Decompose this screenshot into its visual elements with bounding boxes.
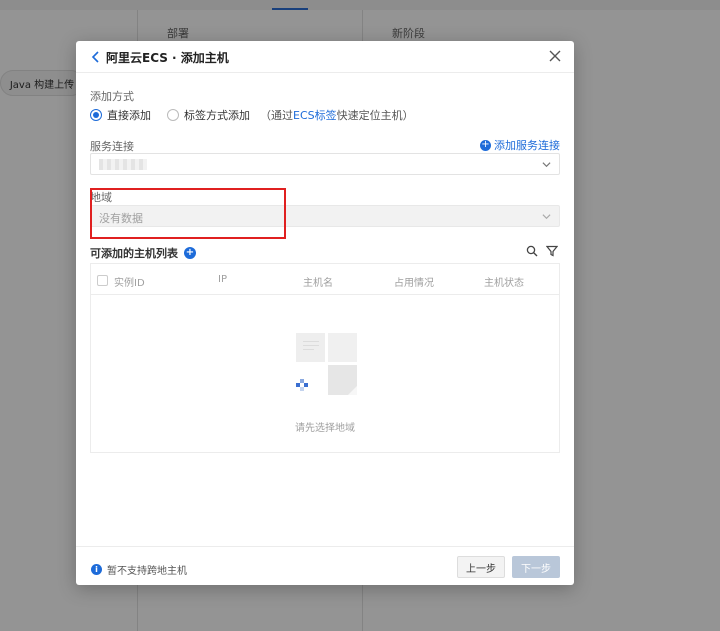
- footer-note: i 暂不支持跨地主机: [91, 562, 187, 577]
- service-connection-label: 服务连接: [90, 140, 134, 153]
- next-step-button[interactable]: 下一步: [512, 556, 560, 578]
- chevron-left-icon[interactable]: [90, 51, 102, 63]
- service-connection-select[interactable]: [90, 153, 560, 175]
- previous-step-button[interactable]: 上一步: [457, 556, 505, 578]
- add-method-radio-group: 直接添加 标签方式添加 （通过 ECS标签 快速定位主机）: [90, 107, 414, 123]
- host-list-header: 可添加的主机列表 +: [90, 245, 199, 261]
- radio-tag-add[interactable]: [167, 109, 179, 121]
- host-table: 实例ID IP 主机名 占用情况 主机状态 请先选择地域: [90, 263, 560, 453]
- add-host-plus-icon[interactable]: +: [184, 247, 196, 259]
- column-ip: IP: [218, 274, 227, 285]
- host-list-title: 可添加的主机列表: [90, 247, 178, 260]
- add-host-dialog: 阿里云ECS · 添加主机 添加方式 直接添加 标签方式添加 （通过 ECS标签快…: [76, 41, 574, 585]
- host-table-header: 实例ID IP 主机名 占用情况 主机状态: [91, 264, 559, 295]
- search-icon[interactable]: [526, 245, 538, 257]
- chevron-down-icon: [542, 214, 551, 220]
- tag-hint-suffix: 快速定位主机）: [336, 109, 414, 122]
- region-highlight-annotation: [90, 188, 286, 239]
- column-host-status: 主机状态: [484, 278, 524, 289]
- footer-note-text: 暂不支持跨地主机: [107, 566, 187, 577]
- plus-circle-icon: +: [480, 138, 491, 151]
- column-occupancy: 占用情况: [394, 278, 434, 289]
- host-list-tools: [526, 245, 558, 257]
- dialog-header: 阿里云ECS · 添加主机: [76, 41, 574, 73]
- info-icon: i: [91, 564, 102, 575]
- select-all-checkbox[interactable]: [97, 275, 108, 286]
- empty-state-illustration-icon: [296, 333, 357, 395]
- dialog-title: 阿里云ECS · 添加主机: [106, 51, 229, 65]
- tag-hint-prefix: （通过: [260, 109, 293, 122]
- add-method-label: 添加方式: [90, 90, 134, 103]
- filter-icon[interactable]: [546, 245, 558, 257]
- masked-selected-value: [99, 159, 147, 170]
- dialog-footer: i 暂不支持跨地主机 上一步 下一步: [76, 546, 574, 585]
- close-icon[interactable]: [548, 49, 562, 63]
- column-instance-id: 实例ID: [114, 278, 145, 289]
- radio-direct-add[interactable]: [90, 109, 102, 121]
- chevron-down-icon: [542, 162, 551, 168]
- radio-tag-add-label[interactable]: 标签方式添加: [184, 107, 250, 123]
- ecs-tag-link[interactable]: ECS标签: [293, 107, 337, 123]
- add-service-connection-link[interactable]: + 添加服务连接: [480, 137, 560, 153]
- radio-direct-add-label[interactable]: 直接添加: [107, 107, 151, 123]
- empty-state-text: 请先选择地域: [295, 423, 355, 434]
- add-service-connection-text: 添加服务连接: [494, 139, 560, 152]
- column-hostname: 主机名: [303, 278, 333, 289]
